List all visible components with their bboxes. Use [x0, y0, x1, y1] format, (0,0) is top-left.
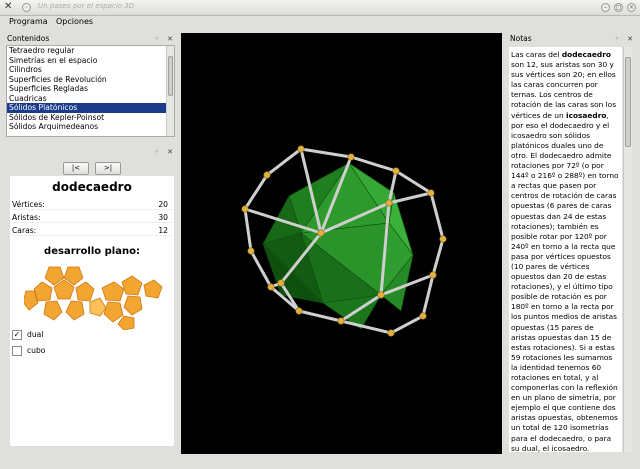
prop-value: 30: [158, 213, 168, 222]
scrollbar-thumb[interactable]: [625, 57, 631, 147]
window-title: Un paseo por el espacio 3D: [38, 2, 135, 10]
contents-list-item[interactable]: Cuadricas: [7, 94, 174, 104]
dodeca-vertex: [247, 247, 255, 255]
net-heading: desarrollo plano:: [44, 246, 140, 257]
dodeca-vertex: [385, 199, 393, 207]
notes-bold-term: icosaedro: [566, 110, 607, 120]
net-pentagon: [43, 300, 63, 321]
3d-viewport[interactable]: [181, 33, 502, 454]
contenidos-header: Contenidos ◦ ✕: [4, 33, 177, 45]
dodeca-vertex: [429, 271, 437, 279]
dodecahedron-net: [24, 266, 163, 330]
net-pentagon: [143, 279, 163, 299]
contents-list-item[interactable]: Sólidos Platónicos: [7, 103, 174, 113]
notas-header: Notas ◦ ✕: [507, 33, 637, 45]
prop-label: Vértices:: [12, 200, 45, 209]
contents-list-item[interactable]: Sólidos de Kepler-Poinsot: [7, 113, 174, 123]
float-icon[interactable]: ◦: [615, 35, 619, 43]
contents-list-item[interactable]: Cilindros: [7, 65, 174, 75]
close-panel-icon[interactable]: ✕: [167, 148, 173, 156]
cubo-checkbox[interactable]: [12, 346, 22, 356]
notas-title: Notas: [510, 34, 532, 43]
float-icon[interactable]: ◦: [155, 35, 159, 43]
contents-list[interactable]: Tetraedro regular Simetrías en el espacio…: [6, 45, 175, 137]
prop-value: 12: [158, 226, 168, 235]
menu-bar: Programa Opciones: [0, 16, 640, 30]
net-pentagon: [101, 281, 125, 302]
dodeca-vertex: [377, 291, 385, 299]
dual-checkbox[interactable]: ✓: [12, 330, 22, 340]
dodecahedron-render[interactable]: [181, 33, 502, 454]
notes-scrollbar[interactable]: [623, 47, 632, 452]
net-pentagon: [117, 315, 135, 330]
maximize-icon[interactable]: □: [614, 3, 623, 12]
dodeca-vertex: [297, 145, 305, 153]
dual-label: dual: [27, 330, 44, 339]
title-bar: ✕ ◦ Un paseo por el espacio 3D – □ ×: [0, 0, 640, 16]
notes-text-area[interactable]: Las caras del dodecaedro son 12, sus ari…: [509, 47, 622, 452]
net-pentagon: [121, 275, 143, 296]
prop-label: Caras:: [12, 226, 37, 235]
net-pentagon: [89, 297, 107, 317]
window-menu-icon[interactable]: ◦: [22, 3, 31, 12]
notes-bold-term: dodecaedro: [561, 50, 611, 59]
close-panel-icon[interactable]: ✕: [167, 35, 173, 43]
dodeca-vertex: [387, 329, 395, 337]
dodeca-vertex: [392, 167, 400, 175]
contents-list-item[interactable]: Tetraedro regular: [7, 46, 174, 56]
solid-name: dodecaedro: [52, 180, 132, 194]
float-icon[interactable]: ◦: [155, 148, 159, 156]
notes-text-run: Las caras del: [511, 50, 562, 59]
notes-paragraph: Las caras del dodecaedro son 12, sus ari…: [509, 47, 622, 452]
contents-list-item[interactable]: Superficies Regladas: [7, 84, 174, 94]
net-pentagon: [75, 281, 95, 302]
prop-row-aristas: Aristas: 30: [12, 213, 172, 223]
close-window-icon[interactable]: ×: [627, 3, 636, 12]
close-panel-icon[interactable]: ✕: [627, 35, 633, 43]
solid-info-panel: dodecaedro Vértices: 20 Aristas: 30 Cara…: [10, 176, 174, 446]
minimize-icon[interactable]: –: [601, 3, 610, 12]
dodeca-vertex: [439, 235, 447, 243]
dodeca-vertex: [347, 153, 355, 161]
status-bar: [0, 455, 640, 469]
contents-list-item[interactable]: Simetrías en el espacio: [7, 56, 174, 66]
dodeca-vertex: [267, 283, 275, 291]
app-icon[interactable]: ✕: [4, 2, 14, 12]
dodeca-vertex: [427, 189, 435, 197]
prop-label: Aristas:: [12, 213, 41, 222]
notes-text-run: , por eso el dodecaedro y el icosaedro s…: [511, 110, 619, 452]
dodeca-vertex: [317, 229, 325, 237]
contents-list-item[interactable]: Superficies de Revolución: [7, 75, 174, 85]
prop-row-vertices: Vértices: 20: [12, 200, 172, 210]
next-solid-button[interactable]: >|: [95, 162, 121, 175]
prop-value: 20: [158, 200, 168, 209]
contenidos-title: Contenidos: [7, 34, 50, 43]
prop-row-caras: Caras: 12: [12, 226, 172, 236]
contents-list-item[interactable]: Sólidos Arquimedeanos: [7, 122, 174, 132]
dodeca-vertex: [277, 279, 285, 287]
prev-solid-button[interactable]: |<: [63, 162, 89, 175]
list-scrollbar[interactable]: [166, 46, 174, 136]
menu-programa[interactable]: Programa: [9, 17, 48, 26]
scrollbar-thumb[interactable]: [168, 56, 173, 96]
dodeca-vertex: [419, 312, 427, 320]
dodeca-vertex: [295, 307, 303, 315]
info-panel-header: ◦ ✕: [4, 146, 177, 158]
net-pentagon: [65, 300, 85, 321]
cubo-label: cubo: [27, 346, 46, 355]
menu-opciones[interactable]: Opciones: [56, 17, 93, 26]
dodeca-vertex: [241, 205, 249, 213]
dodeca-vertex: [263, 171, 271, 179]
net-pentagon: [123, 295, 143, 316]
net-pentagon: [103, 301, 124, 323]
dodeca-vertex: [337, 317, 345, 325]
